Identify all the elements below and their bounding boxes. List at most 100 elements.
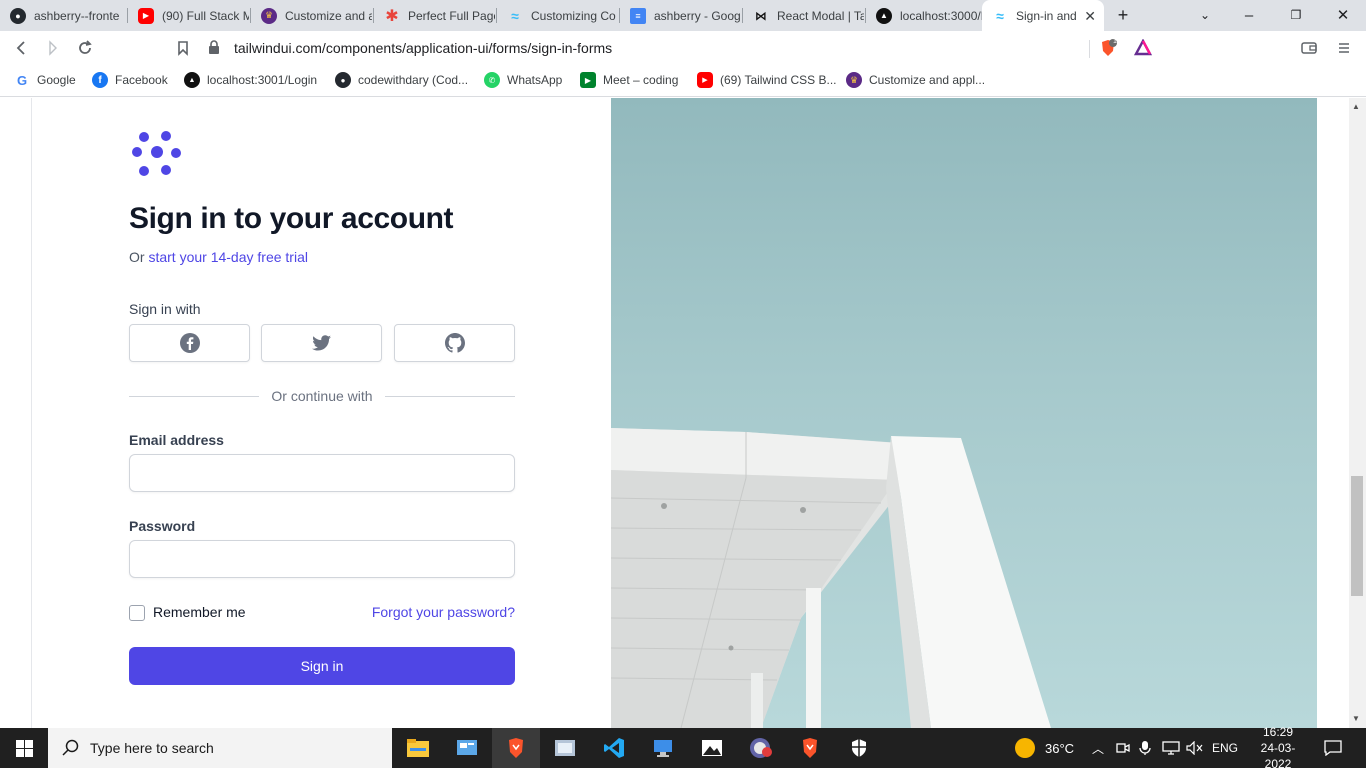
volume-muted-icon[interactable]	[1186, 728, 1204, 768]
sign-in-with-label: Sign in with	[129, 301, 201, 317]
sun-icon	[1015, 738, 1035, 758]
tailwind-icon: ≈	[511, 7, 519, 24]
bowtie-icon: ⋈	[755, 8, 767, 23]
tab-customize[interactable]: ♛ Customize and a	[251, 0, 372, 31]
triangle-icon: ▲	[876, 7, 892, 24]
asterisk-icon: ✱	[385, 7, 399, 25]
divider-text: Or continue with	[129, 388, 515, 404]
tab-localhost-3000[interactable]: ▲ localhost:3000/L	[866, 0, 982, 31]
twitter-signin-button[interactable]	[261, 324, 382, 362]
sign-in-panel: Sign in to your account Or start your 14…	[31, 98, 611, 728]
bookmark-icon[interactable]	[172, 37, 194, 59]
tab-ashberry-github[interactable]: ● ashberry--fronte	[0, 0, 126, 31]
scroll-thumb[interactable]	[1351, 476, 1363, 596]
menu-icon[interactable]	[1333, 37, 1355, 59]
tab-search-chevron-icon[interactable]: ⌄	[1193, 4, 1217, 26]
new-tab-icon[interactable]: +	[1111, 4, 1135, 26]
back-icon[interactable]	[10, 37, 32, 59]
search-icon	[62, 739, 79, 756]
file-explorer-icon[interactable]	[394, 728, 442, 768]
facebook-icon	[179, 333, 200, 353]
restore-icon[interactable]: ❐	[1284, 4, 1308, 26]
remember-me-checkbox[interactable]	[129, 605, 145, 621]
facebook-signin-button[interactable]	[129, 324, 250, 362]
address-bar[interactable]: tailwindui.com/components/application-ui…	[200, 34, 1160, 62]
facebook-icon: f	[92, 72, 108, 88]
bookmark-meet[interactable]: ▶ Meet – coding	[580, 72, 678, 88]
sign-in-button[interactable]: Sign in	[129, 647, 515, 685]
free-trial-link[interactable]: start your 14-day free trial	[148, 249, 308, 265]
weather-widget[interactable]: 36°C	[1015, 728, 1074, 768]
subtitle: Or start your 14-day free trial	[129, 249, 308, 265]
bookmark-whatsapp[interactable]: ✆ WhatsApp	[484, 72, 562, 88]
show-hidden-icons-chevron-icon[interactable]: ︿	[1092, 728, 1104, 768]
email-field[interactable]	[129, 454, 515, 492]
brave-taskbar-icon[interactable]	[492, 728, 540, 768]
crown-icon: ♛	[261, 7, 277, 24]
youtube-icon: ▶	[138, 7, 154, 24]
bookmark-localhost-login[interactable]: ▲ localhost:3001/Login	[184, 72, 317, 88]
tab-customizing-colors[interactable]: ≈ Customizing Co	[497, 0, 618, 31]
tab-youtube-fullstack[interactable]: ▶ (90) Full Stack M	[128, 0, 249, 31]
url-text: tailwindui.com/components/application-ui…	[234, 40, 613, 56]
brave-rewards-icon[interactable]	[1132, 37, 1154, 59]
clock-date: 24-03-2022	[1260, 741, 1296, 771]
scroll-down-icon[interactable]: ▼	[1352, 714, 1360, 723]
password-label: Password	[129, 518, 196, 534]
security-shield-icon[interactable]	[835, 728, 883, 768]
browser-toolbar: tailwindui.com/components/application-ui…	[0, 31, 1366, 65]
clock[interactable]: 16:29 24-03-2022	[1248, 725, 1308, 771]
wallet-icon[interactable]	[1298, 37, 1320, 59]
language-indicator[interactable]: ENG	[1212, 728, 1238, 768]
bookmarks-bar: G Google f Facebook ▲ localhost:3001/Log…	[0, 65, 1366, 97]
github-icon: ●	[10, 7, 26, 24]
forward-icon[interactable]	[42, 37, 64, 59]
tab-google-docs[interactable]: ≡ ashberry - Goog	[620, 0, 741, 31]
whatsapp-icon: ✆	[484, 72, 500, 88]
reload-icon[interactable]	[74, 37, 96, 59]
close-icon[interactable]: ✕	[1084, 8, 1096, 25]
crown-icon: ♛	[846, 72, 862, 88]
notifications-icon[interactable]	[1324, 728, 1342, 768]
meet-now-icon[interactable]	[1116, 728, 1130, 768]
remote-desktop-icon[interactable]	[639, 728, 687, 768]
taskbar-search[interactable]: Type here to search	[48, 728, 392, 768]
weather-temp: 36°C	[1045, 740, 1075, 756]
windows-start-icon[interactable]	[0, 728, 48, 768]
snipping-tool-icon[interactable]	[541, 728, 589, 768]
bookmark-customize[interactable]: ♛ Customize and appl...	[846, 72, 985, 88]
tab-react-modal[interactable]: ⋈ React Modal | Ta	[743, 0, 864, 31]
close-window-icon[interactable]: ✕	[1331, 4, 1355, 26]
page-viewport: Sign in to your account Or start your 14…	[0, 98, 1366, 728]
bookmark-tailwind-youtube[interactable]: ▶ (69) Tailwind CSS B...	[697, 72, 837, 88]
twitter-icon	[311, 335, 331, 351]
bookmark-facebook[interactable]: f Facebook	[92, 72, 168, 88]
clock-time: 16:29	[1262, 725, 1294, 739]
photos-icon[interactable]	[688, 728, 736, 768]
password-field[interactable]	[129, 540, 515, 578]
hero-image	[611, 98, 1317, 728]
bookmark-codewithdary[interactable]: ● codewithdary (Cod...	[335, 72, 468, 88]
remember-me-label: Remember me	[153, 604, 246, 620]
forgot-password-link[interactable]: Forgot your password?	[332, 604, 515, 620]
workflow-logo-icon	[132, 131, 181, 176]
triangle-icon: ▲	[184, 72, 200, 88]
brave-shield-icon[interactable]: 1	[1097, 37, 1119, 59]
brave-second-icon[interactable]	[786, 728, 834, 768]
microphone-icon[interactable]	[1139, 728, 1151, 768]
github-signin-button[interactable]	[394, 324, 515, 362]
tab-perfect-full-page[interactable]: ✱ Perfect Full Page	[374, 0, 495, 31]
game-bar-icon[interactable]	[737, 728, 785, 768]
bookmark-google[interactable]: G Google	[14, 72, 76, 88]
minimize-icon[interactable]: –	[1237, 4, 1261, 26]
scroll-up-icon[interactable]: ▲	[1352, 102, 1360, 111]
network-icon[interactable]	[1162, 728, 1180, 768]
tab-sign-in-active[interactable]: ≈ Sign-in and ✕	[982, 0, 1104, 31]
vscode-icon[interactable]	[590, 728, 638, 768]
control-panel-icon[interactable]	[443, 728, 491, 768]
meet-icon: ▶	[580, 72, 596, 88]
email-label: Email address	[129, 432, 224, 448]
url-divider	[1089, 40, 1090, 58]
scrollbar[interactable]: ▲ ▼	[1349, 98, 1366, 728]
github-icon: ●	[335, 72, 351, 88]
